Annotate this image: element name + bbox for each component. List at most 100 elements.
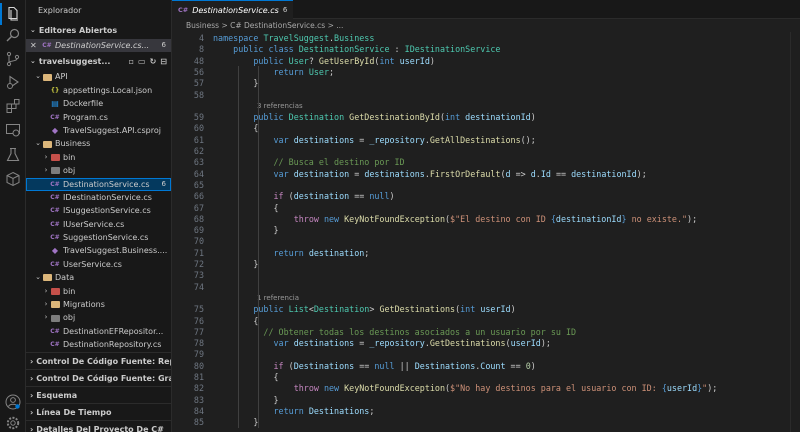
tree-item[interactable]: ⌄ Business: [26, 137, 171, 150]
tree-item[interactable]: › obj: [26, 164, 171, 177]
code-line[interactable]: throw new KeyNotFoundException($"No hay …: [213, 383, 718, 394]
tree-item[interactable]: C# SuggestionService.cs: [26, 231, 171, 244]
panel-header[interactable]: › Detalles Del Proyecto De C#: [26, 420, 171, 432]
code-line[interactable]: public Destination GetDestinationById(in…: [213, 112, 535, 123]
chevron-right-icon: ›: [30, 356, 34, 366]
folder-shape: [42, 140, 52, 148]
code-line[interactable]: var destinations = _repository.GetAllDes…: [213, 135, 536, 146]
code-line[interactable]: throw new KeyNotFoundException($"El dest…: [213, 214, 697, 225]
line-number: 83: [193, 394, 204, 405]
tree-item[interactable]: ⌄ Data: [26, 271, 171, 284]
code-editor[interactable]: 4 namespace TravelSuggest.Business 8 publi…: [172, 32, 800, 432]
code-line[interactable]: // Obtener todas los destinos asociados …: [213, 327, 576, 338]
tab-destination-service[interactable]: C# DestinationService.cs 6: [172, 0, 294, 19]
chevron-right-icon: ›: [30, 424, 34, 432]
json-file-icon: {}: [50, 86, 60, 94]
tree-item-label: DestinationEFRepositor...: [63, 326, 164, 336]
line-number: 61: [193, 134, 204, 145]
code-line[interactable]: {: [213, 316, 258, 327]
csharp-file-icon: C#: [50, 220, 60, 228]
code-line[interactable]: if (Destinations == null || Destinations…: [213, 361, 536, 372]
code-line[interactable]: var destinations = _repository.GetDestin…: [213, 338, 551, 349]
tree-item[interactable]: C# DestinationRepository.cs: [26, 338, 171, 351]
codelens-references[interactable]: 3 referencias: [257, 101, 303, 112]
line-number: 58: [193, 89, 204, 100]
collapse-all-icon[interactable]: ⊟: [160, 53, 167, 70]
tree-item[interactable]: C# IUserService.cs: [26, 218, 171, 231]
open-editors-header[interactable]: ⌄ Editores Abiertos: [26, 22, 171, 39]
tree-item[interactable]: C# DestinationEFRepositor...: [26, 325, 171, 338]
tree-item-label: appsettings.Local.json: [63, 85, 153, 95]
panel-header[interactable]: › Esquema: [26, 386, 171, 403]
code-line[interactable]: var destination = destinations.FirstOrDe…: [213, 169, 647, 180]
tree-item-label: Dockerfile: [63, 99, 104, 109]
tree-item[interactable]: C# DestinationService.cs 6: [26, 177, 171, 191]
code-line[interactable]: return destination;: [213, 248, 370, 259]
tree-item[interactable]: ◆ TravelSuggest.API.csproj: [26, 124, 171, 137]
code-line[interactable]: }: [213, 259, 258, 270]
line-number: 76: [193, 315, 204, 326]
search-icon[interactable]: [4, 26, 22, 44]
code-line[interactable]: }: [213, 225, 279, 236]
tree-item[interactable]: › bin: [26, 151, 171, 164]
tree-item[interactable]: ⌄ API: [26, 70, 171, 83]
folder-icon: [50, 152, 60, 162]
line-number: 70: [193, 236, 204, 247]
explorer-icon[interactable]: [0, 3, 22, 25]
open-editor-item[interactable]: ✕ C# DestinationService.cs... 6: [26, 39, 171, 53]
containers-icon[interactable]: [4, 170, 22, 188]
tree-item-label: DestinationRepository.cs: [63, 340, 162, 350]
source-control-icon[interactable]: [4, 50, 22, 68]
code-line[interactable]: }: [213, 78, 258, 89]
line-number: 67: [193, 202, 204, 213]
tree-item[interactable]: › bin: [26, 285, 171, 298]
new-folder-icon[interactable]: ▭: [138, 53, 146, 70]
chevron-down-icon: ⌄: [35, 72, 41, 81]
tree-item[interactable]: › Migrations: [26, 298, 171, 311]
tree-item-label: Data: [55, 273, 75, 283]
code-line[interactable]: {: [213, 372, 279, 383]
code-line[interactable]: public User? GetUserById(int userId): [213, 56, 435, 67]
accounts-icon[interactable]: [4, 393, 22, 411]
line-number: 72: [193, 259, 204, 269]
close-icon[interactable]: ✕: [30, 39, 42, 52]
code-line[interactable]: // Busca el destino por ID: [213, 157, 405, 168]
code-line[interactable]: namespace TravelSuggest.Business: [213, 33, 374, 44]
tree-item-label: IDestinationService.cs: [63, 192, 152, 202]
codelens-references[interactable]: 1 referencia: [257, 293, 299, 304]
tree-item[interactable]: C# ISuggestionService.cs: [26, 204, 171, 217]
remote-explorer-icon[interactable]: [4, 121, 22, 139]
code-line[interactable]: public class DestinationService : IDesti…: [213, 44, 500, 55]
testing-icon[interactable]: [4, 146, 22, 164]
code-line[interactable]: }: [213, 395, 279, 406]
folder-shape: [50, 153, 60, 161]
tree-item[interactable]: {} appsettings.Local.json: [26, 84, 171, 97]
tree-item[interactable]: ◆ TravelSuggest.Business....: [26, 244, 171, 257]
tree-item[interactable]: C# Program.cs: [26, 111, 171, 124]
editor-scrollbar[interactable]: [790, 32, 800, 432]
line-number: 85: [193, 417, 204, 428]
tree-item[interactable]: C# IDestinationService.cs: [26, 191, 171, 204]
extensions-icon[interactable]: [4, 97, 22, 115]
code-line[interactable]: }: [213, 417, 258, 428]
workspace-root-header[interactable]: ⌄ travelsuggest... ▫ ▭ ↻ ⊟: [26, 53, 171, 70]
tree-item[interactable]: › obj: [26, 311, 171, 324]
code-line[interactable]: {: [213, 203, 279, 214]
tree-item[interactable]: C# UserService.cs: [26, 258, 171, 271]
line-number: 48: [193, 55, 204, 66]
run-debug-icon[interactable]: [4, 73, 22, 91]
code-line[interactable]: {: [213, 123, 258, 134]
tree-item[interactable]: ▤ Dockerfile: [26, 97, 171, 110]
manage-gear-icon[interactable]: [4, 414, 22, 432]
tree-item-label: Migrations: [63, 300, 105, 310]
panel-header[interactable]: › Control De Código Fuente: Graph: [26, 369, 171, 386]
csharp-file-icon: C#: [178, 6, 189, 14]
line-number: 8: [198, 44, 204, 55]
code-line[interactable]: if (destination == null): [213, 191, 395, 202]
breadcrumb[interactable]: Business > C# DestinationService.cs > ..…: [172, 19, 800, 32]
panel-header[interactable]: › Control De Código Fuente: Rep...: [26, 352, 171, 369]
refresh-icon[interactable]: ↻: [150, 53, 157, 70]
new-file-icon[interactable]: ▫: [129, 53, 134, 70]
code-line[interactable]: return User;: [213, 67, 335, 78]
panel-header[interactable]: › Línea De Tiempo: [26, 403, 171, 420]
